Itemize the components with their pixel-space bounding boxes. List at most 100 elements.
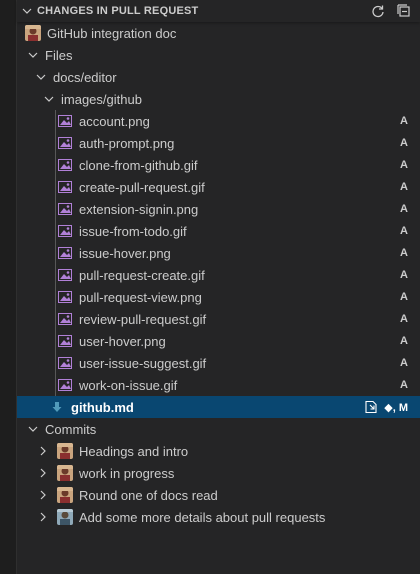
chevron-down-icon[interactable] — [33, 69, 49, 85]
file-name: create-pull-request.gif — [79, 179, 205, 195]
indent-guide — [55, 264, 56, 286]
activity-gutter — [0, 0, 16, 574]
file-name: review-pull-request.gif — [79, 311, 207, 327]
file-row[interactable]: issue-from-todo.gif A — [17, 220, 420, 242]
status-badge: A — [400, 357, 408, 369]
commit-message: Add some more details about pull request… — [79, 509, 326, 525]
panel-header[interactable]: CHANGES IN PULL REQUEST — [17, 0, 420, 22]
file-row[interactable]: account.png A — [17, 110, 420, 132]
file-name: account.png — [79, 113, 150, 129]
file-name: work-on-issue.gif — [79, 377, 178, 393]
image-file-icon — [57, 333, 73, 349]
file-row[interactable]: pull-request-create.gif A — [17, 264, 420, 286]
status-badge: A — [400, 291, 408, 303]
chevron-down-icon[interactable] — [25, 47, 41, 63]
file-row[interactable]: user-issue-suggest.gif A — [17, 352, 420, 374]
row-actions: ◆, M — [364, 396, 408, 418]
status-badge: A — [400, 269, 408, 281]
folder-node[interactable]: docs/editor — [17, 66, 420, 88]
commit-row[interactable]: Add some more details about pull request… — [17, 506, 420, 528]
status-badge: A — [400, 203, 408, 215]
folder-label: docs/editor — [53, 69, 117, 85]
avatar — [57, 443, 73, 459]
avatar — [57, 465, 73, 481]
indent-guide — [55, 110, 56, 132]
image-file-icon — [57, 223, 73, 239]
file-row[interactable]: user-hover.png A — [17, 330, 420, 352]
status-badge: A — [400, 181, 408, 193]
avatar — [25, 25, 41, 41]
chevron-right-icon[interactable] — [35, 443, 51, 459]
file-row[interactable]: clone-from-github.gif A — [17, 154, 420, 176]
commits-node[interactable]: Commits — [17, 418, 420, 440]
file-name: pull-request-view.png — [79, 289, 202, 305]
commit-message: Headings and intro — [79, 443, 189, 459]
avatar — [57, 509, 73, 525]
files-node[interactable]: Files — [17, 44, 420, 66]
file-row-selected[interactable]: github.md ◆, M — [17, 396, 420, 418]
chevron-down-icon[interactable] — [25, 421, 41, 437]
indent-guide — [55, 198, 56, 220]
status-badge: A — [400, 379, 408, 391]
file-name: user-issue-suggest.gif — [79, 355, 207, 371]
status-badge: A — [400, 313, 408, 325]
image-file-icon — [57, 245, 73, 261]
status-badge: A — [400, 335, 408, 347]
changes-panel: CHANGES IN PULL REQUEST GitHub integrati… — [16, 0, 420, 574]
indent-guide — [55, 242, 56, 264]
file-name: extension-signin.png — [79, 201, 199, 217]
file-row[interactable]: work-on-issue.gif A — [17, 374, 420, 396]
file-row[interactable]: issue-hover.png A — [17, 242, 420, 264]
indent-guide — [55, 374, 56, 396]
image-file-icon — [57, 113, 73, 129]
markdown-file-icon — [49, 399, 65, 415]
file-row[interactable]: auth-prompt.png A — [17, 132, 420, 154]
file-row[interactable]: extension-signin.png A — [17, 198, 420, 220]
panel-title: CHANGES IN PULL REQUEST — [37, 5, 199, 17]
indent-guide — [55, 132, 56, 154]
pull-request-title: GitHub integration doc — [47, 25, 177, 41]
open-file-icon[interactable] — [364, 400, 378, 414]
image-file-list: account.png A auth-prompt.png A clone-fr… — [17, 110, 420, 396]
indent-guide — [55, 352, 56, 374]
file-name: auth-prompt.png — [79, 135, 175, 151]
chevron-right-icon[interactable] — [35, 487, 51, 503]
indent-guide — [55, 308, 56, 330]
pull-request-node[interactable]: GitHub integration doc — [17, 22, 420, 44]
image-file-icon — [57, 201, 73, 217]
chevron-down-icon[interactable] — [19, 6, 35, 16]
image-file-icon — [57, 135, 73, 151]
file-name: user-hover.png — [79, 333, 166, 349]
commit-row[interactable]: Round one of docs read — [17, 484, 420, 506]
file-name: issue-from-todo.gif — [79, 223, 187, 239]
commit-row[interactable]: work in progress — [17, 462, 420, 484]
image-file-icon — [57, 355, 73, 371]
indent-guide — [55, 154, 56, 176]
chevron-right-icon[interactable] — [35, 465, 51, 481]
file-row[interactable]: create-pull-request.gif A — [17, 176, 420, 198]
indent-guide — [55, 220, 56, 242]
image-file-icon — [57, 267, 73, 283]
subfolder-node[interactable]: images/github — [17, 88, 420, 110]
status-badge: A — [400, 247, 408, 259]
image-file-icon — [57, 289, 73, 305]
header-actions — [370, 3, 412, 19]
collapse-all-icon[interactable] — [396, 3, 412, 19]
refresh-icon[interactable] — [370, 3, 386, 19]
status-badge: A — [400, 137, 408, 149]
file-name: issue-hover.png — [79, 245, 171, 261]
file-name: clone-from-github.gif — [79, 157, 198, 173]
chevron-right-icon[interactable] — [35, 509, 51, 525]
file-row[interactable]: review-pull-request.gif A — [17, 308, 420, 330]
commit-row[interactable]: Headings and intro — [17, 440, 420, 462]
indent-guide — [55, 330, 56, 352]
chevron-down-icon[interactable] — [41, 91, 57, 107]
indent-guide — [55, 286, 56, 308]
status-badge: A — [400, 115, 408, 127]
indent-guide — [55, 176, 56, 198]
status-badge: A — [400, 225, 408, 237]
avatar — [57, 487, 73, 503]
status-badge: ◆, M — [384, 401, 408, 414]
image-file-icon — [57, 157, 73, 173]
file-row[interactable]: pull-request-view.png A — [17, 286, 420, 308]
